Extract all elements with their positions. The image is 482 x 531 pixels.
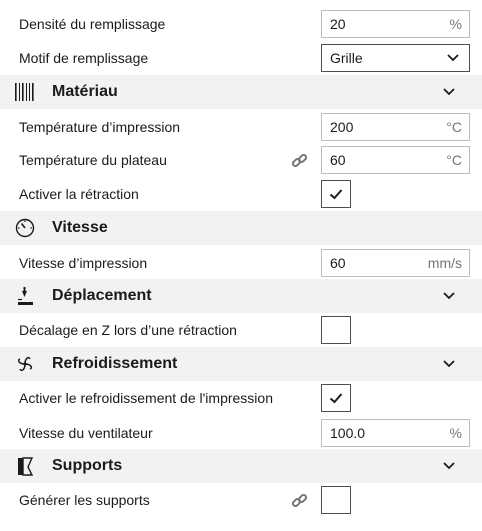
- field-value: 200: [330, 119, 354, 135]
- section-title: Vitesse: [52, 219, 108, 236]
- print-speed-input[interactable]: 60 mm/s: [321, 249, 470, 277]
- link-icon[interactable]: [291, 152, 308, 169]
- setting-label: Vitesse du ventilateur: [19, 425, 153, 441]
- setting-row-print-temperature: Température d’impression 200 °C: [0, 110, 482, 144]
- chevron-down-icon[interactable]: [442, 290, 456, 302]
- chevron-down-icon[interactable]: [442, 358, 456, 370]
- section-title: Déplacement: [52, 287, 152, 304]
- fan-speed-input[interactable]: 100.0 %: [321, 419, 470, 447]
- z-hop-checkbox[interactable]: [321, 316, 351, 344]
- setting-row-infill-density: Densité du remplissage 20 %: [0, 7, 482, 41]
- field-unit: %: [449, 425, 462, 441]
- fan-icon: [17, 356, 33, 372]
- field-unit: %: [449, 16, 462, 32]
- section-title: Refroidissement: [52, 355, 178, 372]
- select-value: Grille: [330, 50, 363, 66]
- chevron-down-icon[interactable]: [442, 460, 456, 472]
- setting-label: Température du plateau: [19, 152, 167, 168]
- support-icon: [18, 457, 34, 476]
- travel-icon: [18, 287, 33, 305]
- retraction-checkbox[interactable]: [321, 180, 351, 208]
- setting-row-z-hop: Décalage en Z lors d’une rétraction: [0, 313, 482, 347]
- chevron-down-icon[interactable]: [442, 86, 456, 98]
- checkmark-icon: [329, 189, 343, 200]
- link-icon[interactable]: [291, 492, 308, 509]
- material-icon: [15, 83, 34, 101]
- setting-label: Décalage en Z lors d’une rétraction: [19, 322, 237, 338]
- field-value: 60: [330, 152, 346, 168]
- field-unit: mm/s: [427, 255, 462, 271]
- setting-label: Générer les supports: [19, 492, 150, 508]
- setting-row-fan-speed: Vitesse du ventilateur 100.0 %: [0, 416, 482, 450]
- setting-label: Densité du remplissage: [19, 16, 166, 32]
- field-value: 60: [330, 255, 346, 271]
- setting-label: Température d’impression: [19, 119, 181, 135]
- setting-row-infill-pattern: Motif de remplissage Grille: [0, 41, 482, 75]
- setting-label: Vitesse d’impression: [19, 255, 148, 271]
- setting-label: Motif de remplissage: [19, 50, 149, 66]
- setting-row-retraction: Activer la rétraction: [0, 177, 482, 211]
- field-value: 20: [330, 16, 346, 32]
- setting-row-bed-temperature: Température du plateau 60 °C: [0, 143, 482, 177]
- section-header-supports[interactable]: Supports: [0, 449, 482, 483]
- section-header-cooling[interactable]: Refroidissement: [0, 347, 482, 381]
- print-temperature-input[interactable]: 200 °C: [321, 113, 470, 141]
- checkmark-icon: [329, 393, 343, 404]
- section-header-travel[interactable]: Déplacement: [0, 279, 482, 313]
- setting-row-cooling-enable: Activer le refroidissement de l'impressi…: [0, 381, 482, 415]
- bed-temperature-input[interactable]: 60 °C: [321, 146, 470, 174]
- section-header-speed[interactable]: Vitesse: [0, 211, 482, 245]
- section-title: Matériau: [52, 83, 118, 100]
- infill-pattern-select[interactable]: Grille: [321, 44, 470, 72]
- setting-label: Activer la rétraction: [19, 186, 139, 202]
- field-value: 100.0: [330, 425, 366, 441]
- speedometer-icon: [15, 218, 35, 238]
- field-unit: °C: [446, 152, 462, 168]
- infill-density-input[interactable]: 20 %: [321, 10, 470, 38]
- setting-row-supports: Générer les supports: [0, 483, 482, 517]
- chevron-down-icon: [447, 54, 459, 62]
- setting-row-print-speed: Vitesse d’impression 60 mm/s: [0, 246, 482, 280]
- section-header-material[interactable]: Matériau: [0, 75, 482, 109]
- cooling-checkbox[interactable]: [321, 384, 351, 412]
- section-title: Supports: [52, 457, 123, 474]
- setting-label: Activer le refroidissement de l'impressi…: [19, 390, 273, 406]
- field-unit: °C: [446, 119, 462, 135]
- supports-checkbox[interactable]: [321, 486, 351, 514]
